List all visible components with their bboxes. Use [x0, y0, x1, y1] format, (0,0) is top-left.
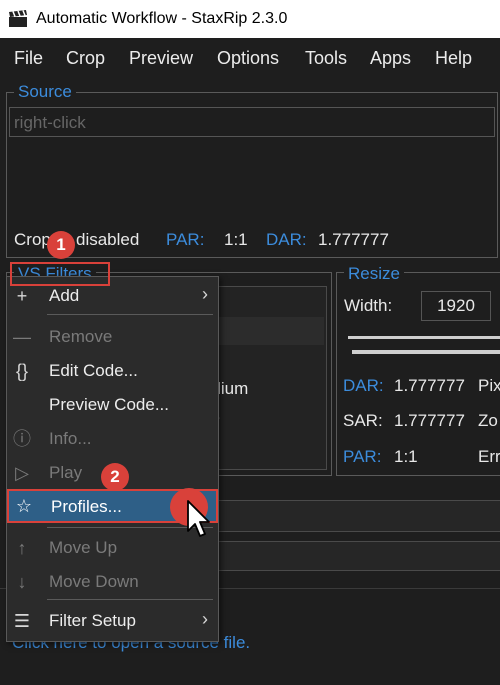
menu-separator	[47, 314, 213, 315]
menu-crop[interactable]: Crop	[66, 48, 105, 69]
menu-item-edit-code[interactable]: {} Edit Code...	[7, 356, 218, 386]
menu-item-info[interactable]: ⓘ Info...	[7, 424, 218, 454]
source-input[interactable]: right-click	[9, 107, 495, 137]
par-label: PAR:	[166, 230, 205, 249]
menu-item-label: Preview Code...	[49, 395, 169, 414]
resize-sar-label: SAR:	[343, 411, 383, 430]
menu-item-label: Play	[49, 463, 83, 482]
menu-bar: File Crop Preview Options Tools Apps Hel…	[0, 41, 500, 75]
menu-tools[interactable]: Tools	[305, 48, 347, 69]
resize-sar-value: 1.777777	[394, 411, 465, 430]
play-icon: ▷	[15, 463, 29, 483]
chevron-right-icon: ›	[202, 284, 208, 304]
step-2-badge: 2	[101, 463, 129, 491]
menu-item-label: Move Up	[49, 538, 118, 557]
width-label: Width:	[344, 296, 393, 315]
clapperboard-icon	[9, 10, 27, 27]
error-label: Err	[478, 447, 500, 466]
resize-slider-thumb-track[interactable]	[352, 350, 500, 354]
menu-item-preview-code[interactable]: Preview Code...	[7, 390, 218, 420]
zoom-label: Zo	[478, 411, 498, 430]
resize-par-value: 1:1	[394, 447, 418, 466]
source-legend: Source	[14, 82, 76, 102]
crop-value: disabled	[76, 230, 140, 249]
menu-item-label: Add	[49, 286, 80, 305]
resize-dar-value: 1.777777	[394, 376, 465, 395]
par-value: 1:1	[224, 230, 248, 249]
menu-item-label: Profiles...	[51, 497, 122, 516]
resize-slider-track[interactable]	[348, 336, 500, 339]
star-icon: ☆	[15, 496, 33, 516]
menu-item-label: Filter Setup	[49, 611, 136, 630]
menu-item-label: Move Down	[49, 572, 139, 591]
arrow-down-icon: ↓	[17, 572, 27, 592]
dar-value: 1.777777	[318, 230, 389, 249]
menu-item-label: Remove	[49, 327, 113, 346]
menu-preview[interactable]: Preview	[129, 48, 193, 69]
menu-help[interactable]: Help	[435, 48, 472, 69]
menu-item-filter-setup[interactable]: ☰ Filter Setup ›	[7, 606, 218, 636]
arrow-up-icon: ↑	[17, 538, 27, 558]
source-input-placeholder: right-click	[14, 113, 86, 132]
resize-par-label: PAR:	[343, 447, 382, 466]
menu-item-remove[interactable]: — Remove	[7, 322, 218, 352]
menu-file[interactable]: File	[14, 48, 43, 69]
target-file-bar[interactable]	[214, 500, 500, 532]
menu-options[interactable]: Options	[217, 48, 279, 69]
width-input[interactable]: 1920	[421, 291, 491, 321]
menu-item-label: Info...	[49, 429, 92, 448]
minus-icon: —	[13, 327, 31, 347]
braces-icon: {}	[15, 361, 29, 381]
crop-label: Crop	[14, 230, 51, 249]
callout-highlight-box	[10, 262, 110, 286]
menu-item-move-down[interactable]: ↓ Move Down	[7, 567, 218, 597]
encoder-bar[interactable]	[214, 541, 500, 571]
list-check-icon: ☰	[13, 611, 31, 631]
dar-label: DAR:	[266, 230, 307, 249]
menu-separator	[47, 599, 213, 600]
context-menu: + Add › — Remove {} Edit Code... Preview…	[6, 276, 219, 642]
pix-label: Pix	[478, 376, 500, 395]
title-bar: Automatic Workflow - StaxRip 2.3.0	[0, 0, 500, 38]
menu-item-label: Edit Code...	[49, 361, 138, 380]
menu-apps[interactable]: Apps	[370, 48, 411, 69]
info-icon: ⓘ	[13, 429, 31, 449]
cursor-pointer-icon	[187, 500, 210, 537]
plus-icon: +	[16, 286, 28, 306]
window-title: Automatic Workflow - StaxRip 2.3.0	[36, 10, 288, 27]
step-1-badge: 1	[47, 231, 75, 259]
resize-dar-label: DAR:	[343, 376, 384, 395]
chevron-right-icon: ›	[202, 609, 208, 629]
resize-legend: Resize	[344, 264, 404, 284]
